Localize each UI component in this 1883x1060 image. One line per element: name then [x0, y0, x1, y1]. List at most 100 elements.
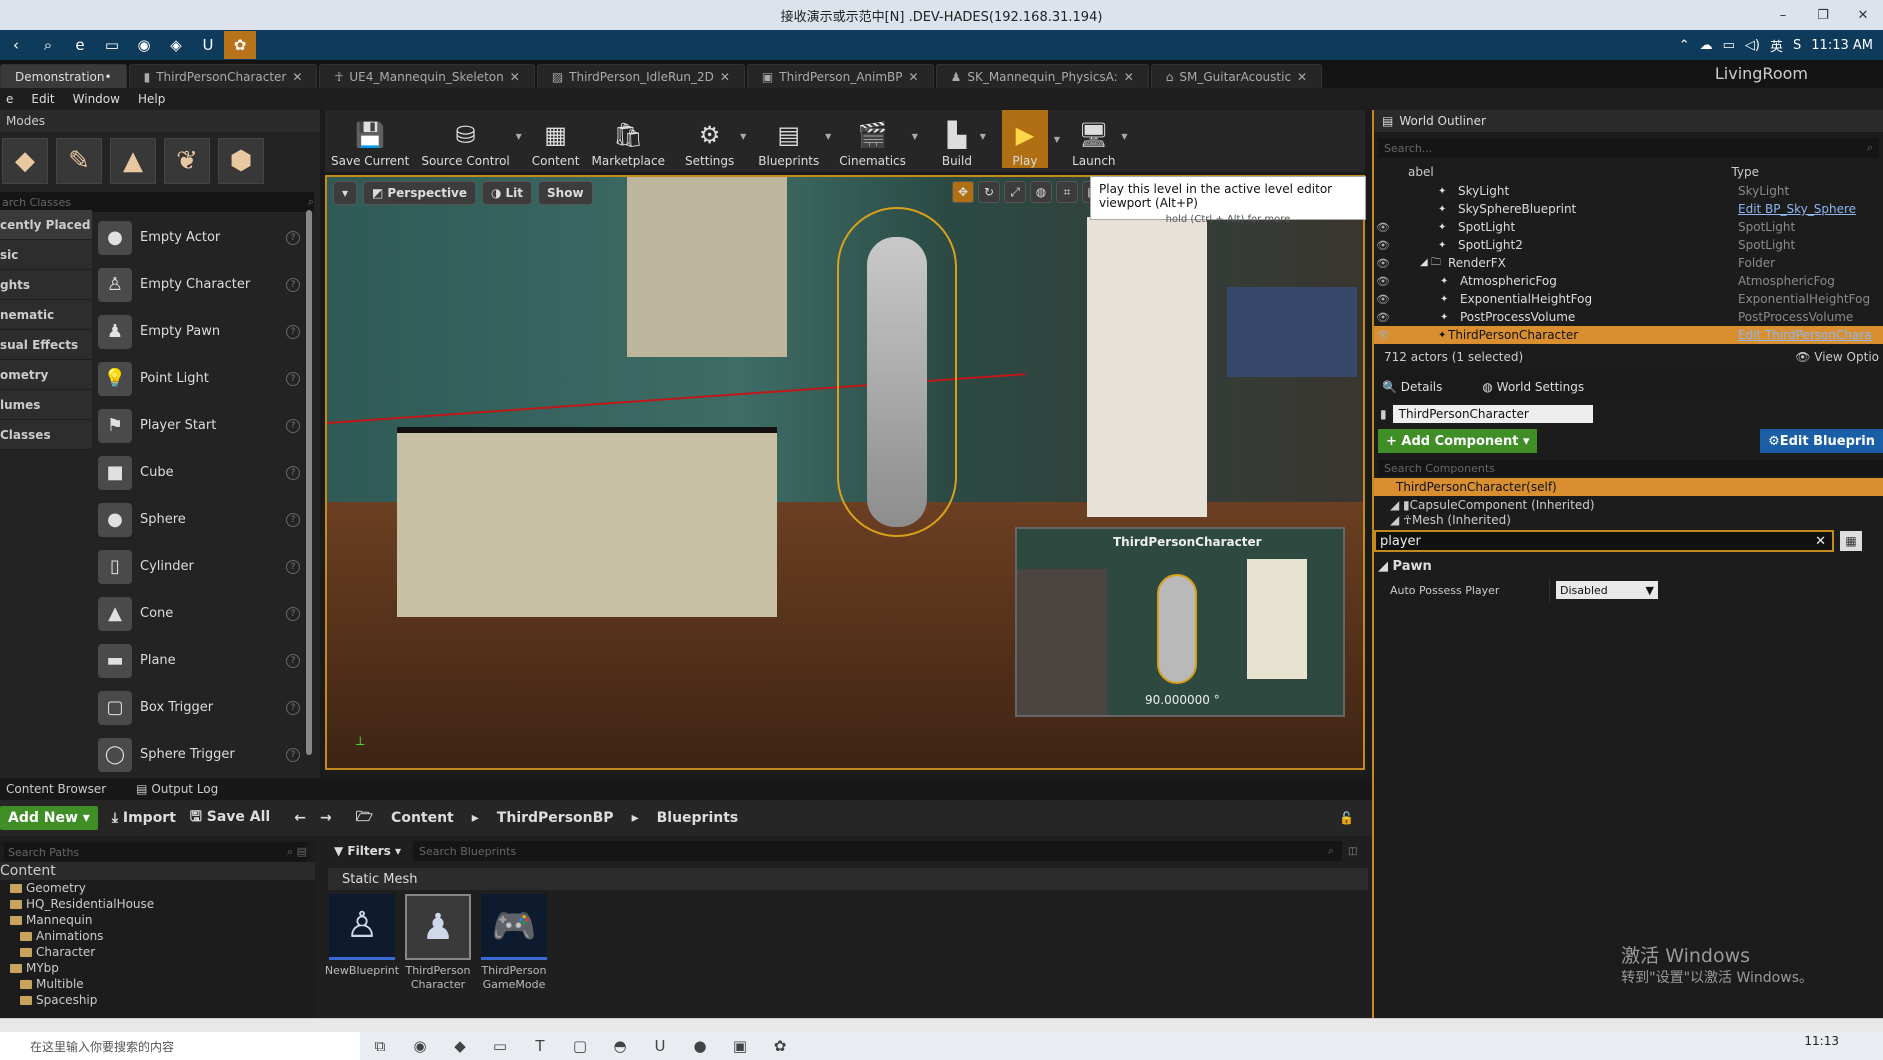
tab-world-settings[interactable]: ◍ World Settings: [1482, 380, 1584, 394]
column-type-header[interactable]: Type: [1731, 165, 1759, 179]
outliner-row[interactable]: 👁 ✦ ExponentialHeightFog ExponentialHeightF…: [1374, 290, 1883, 308]
modes-tab[interactable]: Modes: [0, 110, 320, 132]
settings-button[interactable]: ⚙ Settings ▼: [679, 110, 746, 168]
blueprints-button[interactable]: ▤ Blueprints ▼: [752, 110, 831, 168]
task-view-icon[interactable]: ⧉: [360, 1037, 400, 1055]
actor-item[interactable]: 💡 Point Light?: [98, 355, 300, 402]
search-icon[interactable]: ⌕: [32, 31, 64, 59]
actor-item[interactable]: ▯ Cylinder?: [98, 543, 300, 590]
character-capsule[interactable]: [837, 207, 957, 537]
actor-item[interactable]: ● Sphere?: [98, 496, 300, 543]
ime-indicator[interactable]: 英: [1770, 36, 1783, 55]
tab-animbp[interactable]: ▣ ThirdPerson_AnimBP ✕: [746, 64, 934, 88]
help-icon[interactable]: ?: [286, 277, 300, 292]
horizontal-scrollbar[interactable]: [0, 1018, 1883, 1032]
tab-details[interactable]: 🔍 Details: [1382, 380, 1442, 394]
outliner-row[interactable]: 👁 ✦ AtmosphericFog AtmosphericFog: [1374, 272, 1883, 290]
volume-icon[interactable]: ◁): [1745, 38, 1760, 53]
help-icon[interactable]: ?: [286, 371, 300, 386]
visibility-eye-icon[interactable]: 👁: [1374, 329, 1392, 342]
visibility-eye-icon[interactable]: 👁: [1374, 275, 1392, 288]
outliner-row-type[interactable]: Edit ThirdPersonChara: [1738, 328, 1872, 342]
clear-icon[interactable]: ✕: [1815, 534, 1826, 549]
foliage-mode-icon[interactable]: ❦: [164, 138, 210, 184]
menu-edit[interactable]: Edit: [31, 92, 54, 106]
maximize-button[interactable]: ❐: [1803, 0, 1843, 30]
viewport-options-button[interactable]: ▾: [333, 181, 358, 205]
tab-physics[interactable]: ♟ SK_Mannequin_PhysicsA: ✕: [935, 64, 1149, 88]
back-icon[interactable]: ‹: [0, 31, 32, 59]
help-icon[interactable]: ?: [286, 606, 300, 621]
lit-button[interactable]: ◑ Lit: [482, 181, 533, 205]
breadcrumb-blueprints[interactable]: Blueprints: [657, 810, 739, 826]
paint-mode-icon[interactable]: ✎: [56, 138, 102, 184]
marketplace-button[interactable]: 🛍 Marketplace: [585, 110, 671, 168]
taskbar-search-input[interactable]: 在这里输入你要搜索的内容: [0, 1032, 360, 1060]
dropdown-arrow-icon[interactable]: ▼: [980, 132, 986, 141]
search-paths-input[interactable]: Search Paths ⌕ ▤: [4, 842, 307, 862]
help-icon[interactable]: ?: [286, 418, 300, 433]
folder-icon[interactable]: ▭: [480, 1037, 520, 1055]
save-all-button[interactable]: 🖫 Save All: [190, 806, 270, 830]
outliner-row-type[interactable]: Edit BP_Sky_Sphere: [1738, 202, 1856, 216]
category-all-classes[interactable]: Classes: [0, 420, 92, 450]
asset-tile[interactable]: ♟ ThirdPerson Character: [404, 894, 472, 992]
world-outliner-tab[interactable]: ▤ World Outliner: [1374, 110, 1883, 132]
launch-button[interactable]: 🖥 Launch ▼: [1066, 110, 1127, 168]
unreal-icon[interactable]: U: [192, 31, 224, 59]
dropdown-arrow-icon[interactable]: ▼: [1121, 132, 1127, 141]
edit-blueprint-button[interactable]: ⚙ Edit Blueprin: [1760, 429, 1883, 453]
actor-item[interactable]: ▢ Box Trigger?: [98, 684, 300, 731]
back-arrow-icon[interactable]: ←: [294, 810, 306, 826]
forward-arrow-icon[interactable]: →: [320, 810, 332, 826]
edge-dev-icon[interactable]: ◈: [160, 31, 192, 59]
save-current-button[interactable]: 💾 Save Current: [325, 110, 415, 168]
component-item[interactable]: ◢ ☥ Mesh (Inherited): [1374, 514, 1883, 526]
actor-item[interactable]: ▲ Cone?: [98, 590, 300, 637]
help-icon[interactable]: ?: [286, 747, 300, 762]
tab-demonstration[interactable]: Demonstration•: [0, 64, 127, 88]
menu-file[interactable]: e: [6, 92, 13, 106]
auto-possess-dropdown[interactable]: Disabled ▼: [1556, 581, 1658, 599]
play-dropdown-arrow-icon[interactable]: ▼: [1054, 135, 1060, 144]
visibility-eye-icon[interactable]: 👁: [1374, 311, 1392, 324]
tree-item[interactable]: Animations: [0, 928, 315, 944]
tab-blendspace[interactable]: ▨ ThirdPerson_IdleRun_2D ✕: [536, 64, 745, 88]
menu-window[interactable]: Window: [73, 92, 120, 106]
actor-item[interactable]: ♙ Empty Character?: [98, 261, 300, 308]
dropdown-arrow-icon[interactable]: ▼: [825, 132, 831, 141]
actor-item[interactable]: ◯ Sphere Trigger?: [98, 731, 300, 778]
source-control-button[interactable]: ⛁ Source Control ▼: [415, 110, 521, 168]
scale-icon[interactable]: ⤢: [1004, 181, 1026, 203]
edge-icon[interactable]: e: [64, 31, 96, 59]
search-blueprints-input[interactable]: Search Blueprints ⌕: [412, 841, 1342, 861]
category-basic[interactable]: sic: [0, 240, 92, 270]
tree-item[interactable]: MYbp: [0, 960, 315, 976]
tree-item[interactable]: Spaceship: [0, 992, 315, 1008]
wechat-icon[interactable]: ✿: [760, 1037, 800, 1055]
actor-item[interactable]: ▬ Plane?: [98, 637, 300, 684]
window-icon[interactable]: ▢: [560, 1037, 600, 1055]
tree-item[interactable]: HQ_ResidentialHouse: [0, 896, 315, 912]
outliner-row[interactable]: ✦ SkySphereBlueprint Edit BP_Sky_Sphere: [1374, 200, 1883, 218]
category-cinematic[interactable]: nematic: [0, 300, 92, 330]
help-icon[interactable]: ?: [286, 512, 300, 527]
category-recently-placed[interactable]: cently Placed: [0, 210, 92, 240]
place-mode-icon[interactable]: ◆: [2, 138, 48, 184]
actor-item[interactable]: ■ Cube?: [98, 449, 300, 496]
status-icon[interactable]: ●: [680, 1037, 720, 1055]
search-classes-input[interactable]: arch Classes ⌕: [0, 192, 314, 212]
help-icon[interactable]: ?: [286, 653, 300, 668]
tree-item[interactable]: Character: [0, 944, 315, 960]
tree-item[interactable]: Geometry: [0, 880, 315, 896]
menu-help[interactable]: Help: [138, 92, 165, 106]
tab-thirdpersoncharacter[interactable]: ▮ ThirdPersonCharacter ✕: [128, 64, 318, 88]
minimize-button[interactable]: –: [1763, 0, 1803, 30]
build-button[interactable]: ▙ Build ▼: [934, 110, 986, 168]
wechat-icon[interactable]: ✿: [224, 31, 256, 59]
rotate-icon[interactable]: ↻: [978, 181, 1000, 203]
save-search-icon[interactable]: ◫: [1348, 846, 1368, 857]
asset-tile[interactable]: 🎮 ThirdPerson GameMode: [480, 894, 548, 992]
game-icon[interactable]: ▣: [720, 1037, 760, 1055]
visibility-eye-icon[interactable]: 👁: [1374, 221, 1392, 234]
